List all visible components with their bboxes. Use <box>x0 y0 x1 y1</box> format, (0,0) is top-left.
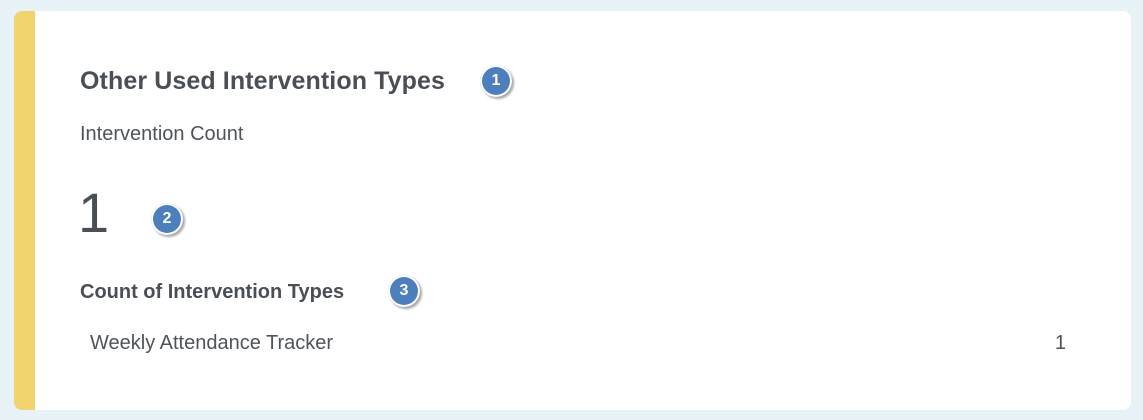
intervention-count-value: 1 <box>78 181 110 244</box>
intervention-count-label: Intervention Count <box>80 123 244 145</box>
list-item: Weekly Attendance Tracker 1 <box>90 332 1066 355</box>
callout-badge-1: 1 <box>480 65 512 97</box>
callout-badge-3: 3 <box>388 275 420 307</box>
card-title: Other Used Intervention Types <box>80 67 446 95</box>
callout-badge-2: 2 <box>151 203 183 235</box>
card-accent-bar <box>14 11 35 410</box>
count-of-types-heading: Count of Intervention Types <box>80 281 345 303</box>
intervention-types-card: Other Used Intervention Types 1 Interven… <box>14 11 1131 410</box>
intervention-type-count: 1 <box>1054 332 1066 354</box>
intervention-type-name: Weekly Attendance Tracker <box>90 332 334 354</box>
